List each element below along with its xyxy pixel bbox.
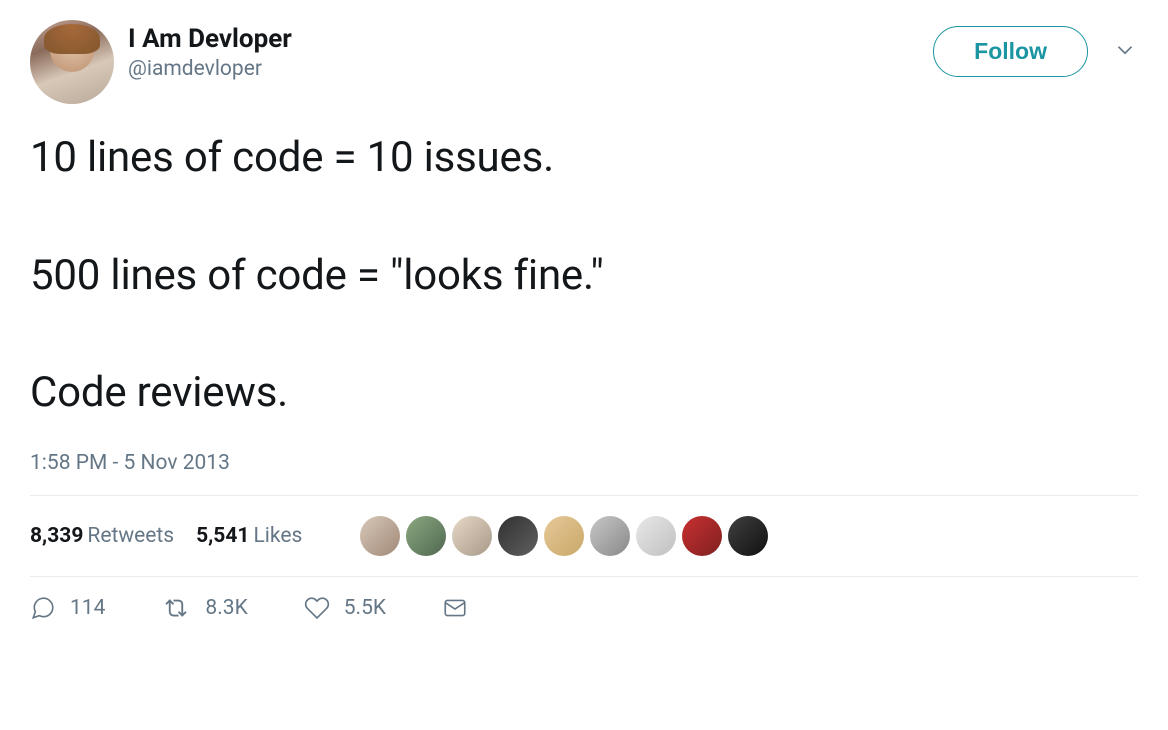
- tweet-header: I Am Devloper @iamdevloper Follow: [30, 20, 1138, 104]
- liker-avatar[interactable]: [360, 516, 400, 556]
- author-block[interactable]: I Am Devloper @iamdevloper: [30, 20, 292, 104]
- author-handle[interactable]: @iamdevloper: [128, 57, 292, 81]
- liker-avatar[interactable]: [682, 516, 722, 556]
- author-display-name[interactable]: I Am Devloper: [128, 24, 292, 55]
- like-button[interactable]: 5.5K: [304, 595, 386, 621]
- retweets-count: 8,339: [30, 524, 83, 548]
- retweets-stat[interactable]: 8,339Retweets: [30, 524, 174, 548]
- liker-avatar[interactable]: [452, 516, 492, 556]
- liker-avatar[interactable]: [406, 516, 446, 556]
- likes-stat[interactable]: 5,541Likes: [196, 524, 302, 548]
- likes-label: Likes: [253, 524, 302, 548]
- more-menu-chevron-icon[interactable]: [1112, 37, 1138, 67]
- header-actions: Follow: [933, 26, 1138, 77]
- actions-row: 114 8.3K 5.5K: [30, 577, 1138, 621]
- dm-button[interactable]: [442, 595, 468, 621]
- liker-avatar[interactable]: [498, 516, 538, 556]
- liker-avatar[interactable]: [544, 516, 584, 556]
- reply-button[interactable]: 114: [30, 595, 105, 621]
- follow-button[interactable]: Follow: [933, 26, 1088, 77]
- liker-avatar[interactable]: [636, 516, 676, 556]
- liker-avatars: [360, 516, 768, 556]
- like-count: 5.5K: [344, 596, 386, 620]
- retweet-button[interactable]: 8.3K: [161, 595, 247, 621]
- tweet-timestamp[interactable]: 1:58 PM - 5 Nov 2013: [30, 451, 1138, 475]
- tweet-text: 10 lines of code = 10 issues. 500 lines …: [30, 129, 1138, 423]
- envelope-icon: [442, 595, 468, 621]
- reply-icon: [30, 595, 56, 621]
- retweet-icon: [161, 595, 191, 621]
- author-avatar[interactable]: [30, 20, 114, 104]
- liker-avatar[interactable]: [590, 516, 630, 556]
- likes-count: 5,541: [196, 524, 249, 548]
- author-names: I Am Devloper @iamdevloper: [128, 24, 292, 81]
- heart-icon: [304, 595, 330, 621]
- retweet-count: 8.3K: [205, 596, 247, 620]
- retweets-label: Retweets: [87, 524, 174, 548]
- liker-avatar[interactable]: [728, 516, 768, 556]
- reply-count: 114: [70, 596, 105, 620]
- stats-row: 8,339Retweets 5,541Likes: [30, 496, 1138, 576]
